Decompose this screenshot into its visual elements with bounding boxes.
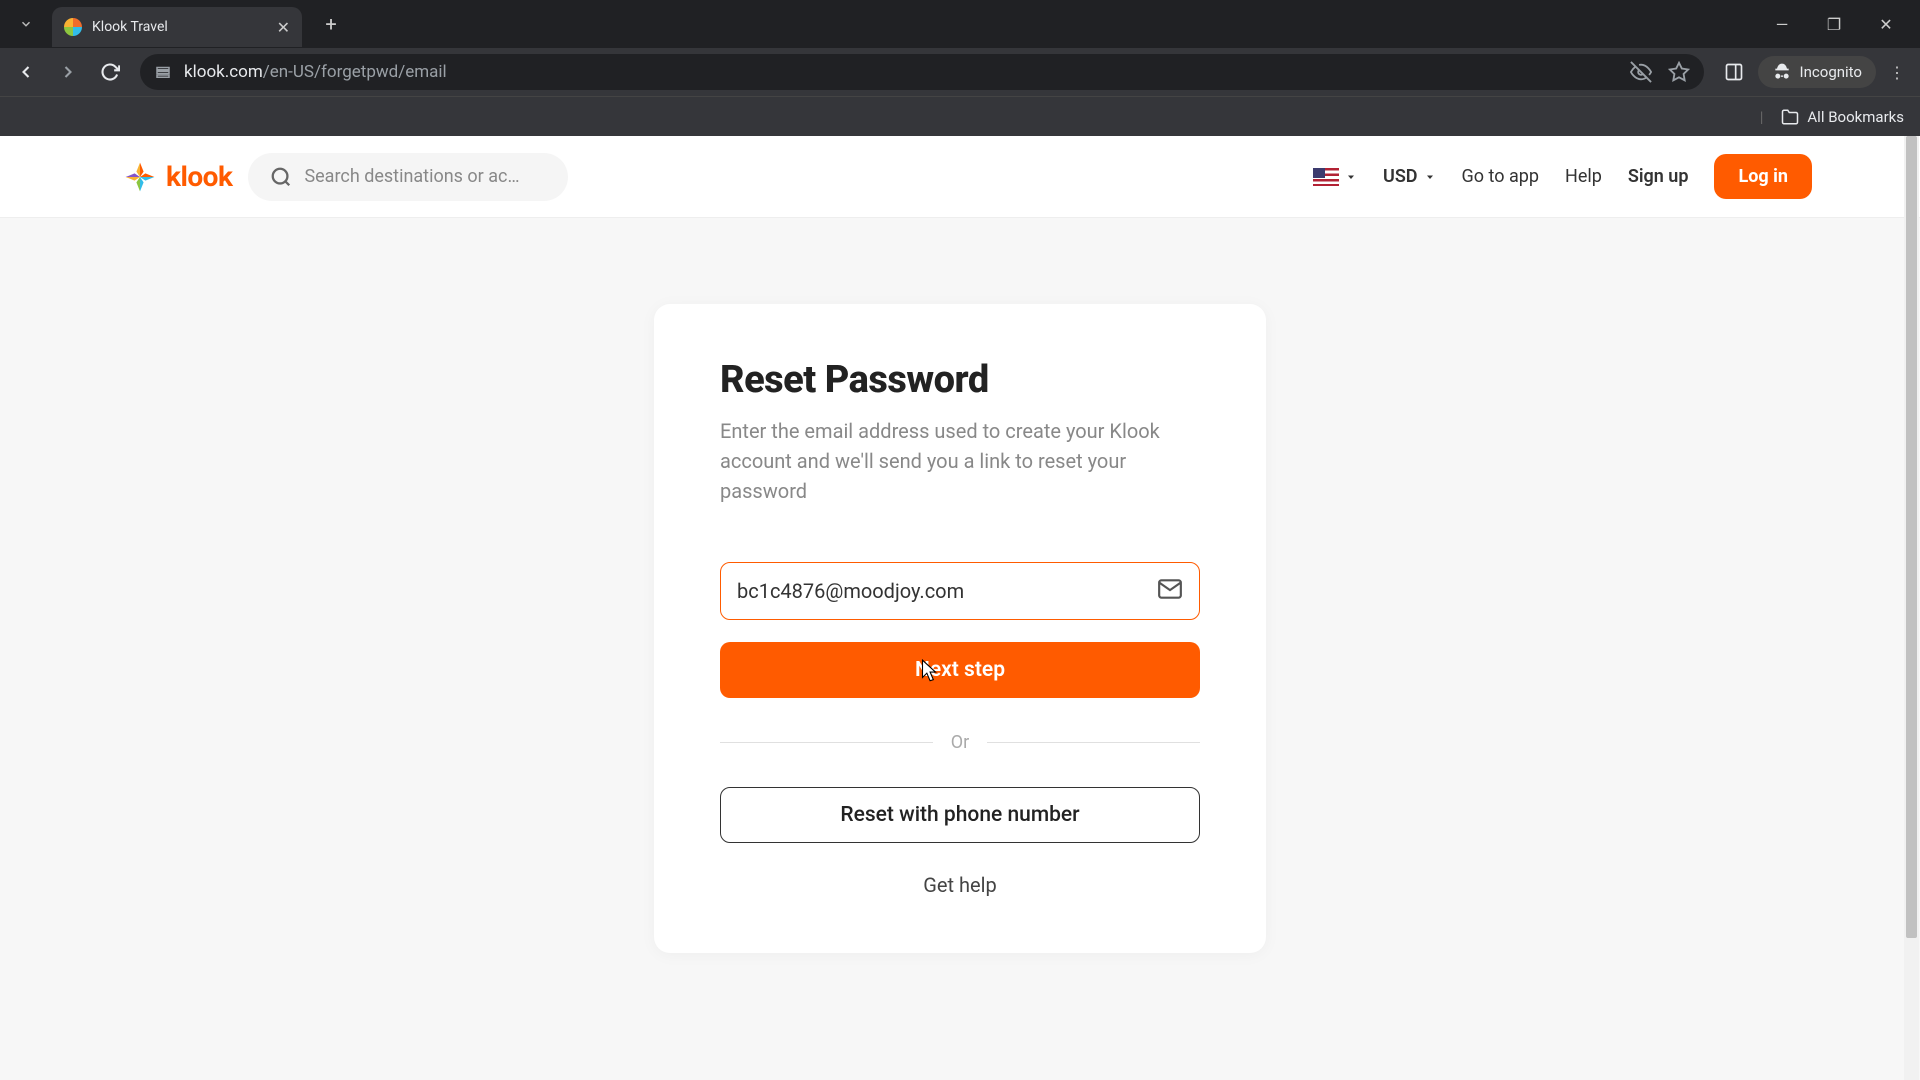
- sign-up-link[interactable]: Sign up: [1628, 166, 1689, 187]
- logo-text: klook: [166, 160, 232, 193]
- new-tab-button[interactable]: +: [316, 12, 346, 36]
- forward-button[interactable]: [50, 54, 86, 90]
- mail-icon: [1157, 576, 1183, 606]
- logo-mark-icon: [122, 159, 158, 195]
- folder-icon: [1781, 108, 1799, 126]
- logo[interactable]: klook: [122, 159, 232, 195]
- maximize-icon[interactable]: ❐: [1820, 15, 1848, 34]
- reset-password-card: Reset Password Enter the email address u…: [654, 304, 1266, 953]
- chevron-down-icon: [1345, 171, 1357, 183]
- search-box[interactable]: Search destinations or ac…: [248, 153, 568, 201]
- minimize-icon[interactable]: —: [1768, 15, 1796, 34]
- reload-button[interactable]: [92, 54, 128, 90]
- currency-selector[interactable]: USD: [1383, 166, 1436, 187]
- search-icon: [270, 166, 292, 188]
- url-text: klook.com/en-US/forgetpwd/email: [184, 62, 447, 82]
- get-help-link[interactable]: Get help: [720, 873, 1200, 897]
- favicon-icon: [64, 18, 82, 36]
- incognito-icon: [1772, 62, 1792, 82]
- address-bar[interactable]: klook.com/en-US/forgetpwd/email: [140, 54, 1704, 90]
- email-field[interactable]: [737, 579, 1157, 603]
- page-title: Reset Password: [720, 358, 1200, 402]
- language-selector[interactable]: [1313, 168, 1357, 186]
- page-content: klook Search destinations or ac… USD Go …: [0, 136, 1920, 1080]
- next-step-button[interactable]: Next step: [720, 642, 1200, 698]
- help-link[interactable]: Help: [1565, 166, 1602, 187]
- scrollbar[interactable]: [1904, 136, 1919, 1080]
- site-settings-icon[interactable]: [154, 63, 172, 81]
- browser-tab[interactable]: Klook Travel ✕: [52, 7, 302, 47]
- chevron-down-icon: [1424, 171, 1436, 183]
- login-button[interactable]: Log in: [1714, 154, 1812, 199]
- site-header: klook Search destinations or ac… USD Go …: [0, 136, 1920, 218]
- back-button[interactable]: [8, 54, 44, 90]
- all-bookmarks-link[interactable]: All Bookmarks: [1807, 108, 1904, 126]
- flag-us-icon: [1313, 168, 1339, 186]
- bookmarks-bar: | All Bookmarks: [0, 96, 1920, 136]
- divider: Or: [720, 732, 1200, 753]
- page-description: Enter the email address used to create y…: [720, 416, 1200, 506]
- main-area: Reset Password Enter the email address u…: [0, 218, 1920, 1080]
- window-controls: — ❐ ✕: [1768, 15, 1912, 34]
- reset-with-phone-button[interactable]: Reset with phone number: [720, 787, 1200, 843]
- scrollbar-thumb[interactable]: [1906, 136, 1917, 938]
- close-tab-icon[interactable]: ✕: [277, 18, 290, 37]
- browser-menu-button[interactable]: ⋮: [1882, 63, 1912, 82]
- email-input-wrap[interactable]: [720, 562, 1200, 620]
- incognito-indicator[interactable]: Incognito: [1758, 56, 1876, 88]
- bookmark-star-icon[interactable]: [1668, 61, 1690, 83]
- tab-search-button[interactable]: [8, 6, 44, 42]
- browser-toolbar: klook.com/en-US/forgetpwd/email Incognit…: [0, 48, 1920, 96]
- close-window-icon[interactable]: ✕: [1872, 15, 1900, 34]
- go-to-app-link[interactable]: Go to app: [1462, 166, 1539, 187]
- search-placeholder: Search destinations or ac…: [304, 166, 519, 187]
- tab-title: Klook Travel: [92, 19, 267, 35]
- browser-tab-strip: Klook Travel ✕ + — ❐ ✕: [0, 0, 1920, 48]
- eye-off-icon[interactable]: [1630, 61, 1652, 83]
- header-nav: USD Go to app Help Sign up Log in: [1313, 154, 1812, 199]
- side-panel-icon[interactable]: [1716, 54, 1752, 90]
